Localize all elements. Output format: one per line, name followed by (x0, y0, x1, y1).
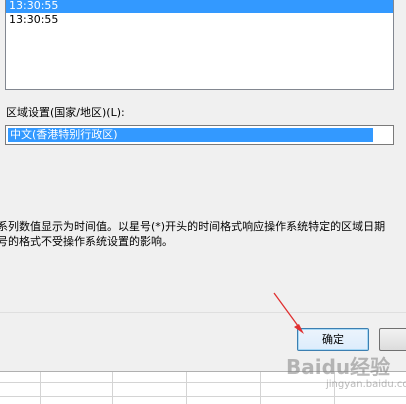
annotation-arrow-icon (273, 292, 304, 334)
baidu-watermark: Baidu经验 jingyan.baidu.com (286, 355, 406, 395)
watermark-subtext: jingyan.baidu.com (326, 379, 406, 390)
watermark-text: Baidu经验 (286, 355, 391, 379)
